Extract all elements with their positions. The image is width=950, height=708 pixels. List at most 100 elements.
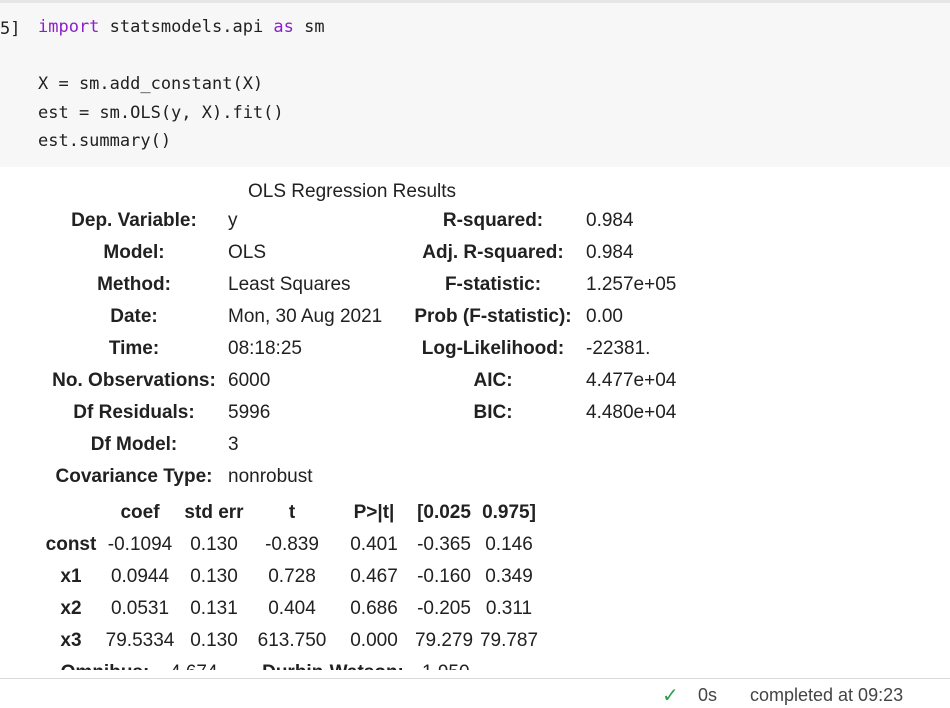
info-value: Mon, 30 Aug 2021: [228, 306, 383, 327]
diag-row: Omnibus:4.674Durbin-Watson:1.950: [40, 657, 492, 670]
coef-value: 79.279: [414, 630, 474, 651]
info-label: Df Model:: [90, 434, 178, 455]
info-row: Method: Least Squares F-statistic: 1.257e+0…: [40, 269, 676, 301]
info-label: R-squared:: [442, 210, 544, 231]
code-text: sm: [293, 17, 325, 37]
model-info-table: Dep. Variable: y R-squared: 0.984 Model: OLS A…: [40, 205, 676, 493]
coef-value: 0.000: [350, 630, 398, 651]
code-line: X = sm.add_constant(X): [38, 70, 325, 99]
info-row: No. Observations: 6000 AIC: 4.477e+04: [40, 365, 676, 397]
info-label: Df Residuals:: [73, 402, 195, 423]
info-label: [404, 461, 582, 493]
diag-value: 1.950: [422, 657, 492, 670]
coef-value: -0.1094: [107, 534, 173, 555]
check-icon: ✓: [662, 685, 679, 707]
coef-value: -0.160: [417, 566, 471, 587]
info-label: Covariance Type:: [55, 466, 213, 487]
coef-value: 79.5334: [105, 630, 175, 651]
coef-header: [0.025: [417, 502, 471, 523]
coef-variable: const: [45, 534, 97, 555]
info-value: [582, 429, 676, 461]
code-editor[interactable]: import statsmodels.api as sm X = sm.add_c…: [38, 13, 325, 156]
code-line: est = sm.OLS(y, X).fit(): [38, 99, 325, 128]
coef-value: 0.0531: [110, 598, 170, 619]
execution-count: 5]: [0, 19, 21, 39]
coefficients-table: coef std err t P>|t| [0.025 0.975] const -0.10…: [40, 497, 544, 657]
info-value: 5996: [228, 402, 271, 423]
info-label: Time:: [108, 338, 160, 359]
code-cell[interactable]: 5] import statsmodels.api as sm X = sm.ad…: [0, 3, 950, 167]
code-text: est = sm.OLS(y, X).fit(): [38, 102, 284, 123]
coef-value: 0.146: [485, 534, 533, 555]
coef-value: 0.130: [190, 534, 238, 555]
info-value: Least Squares: [228, 274, 351, 295]
info-value: 08:18:25: [228, 338, 302, 359]
info-label: Prob (F-statistic):: [414, 306, 572, 327]
coef-value: 0.467: [350, 566, 398, 587]
info-value: nonrobust: [228, 466, 313, 487]
code-keyword: as: [273, 17, 294, 37]
info-label: No. Observations:: [52, 370, 216, 391]
diag-label: Durbin-Watson:: [244, 657, 422, 670]
coef-row: x2 0.0531 0.131 0.404 0.686 -0.205 0.311: [40, 593, 544, 625]
code-text: est.summary(): [38, 131, 172, 152]
completion-status: completed at 09:23: [750, 685, 904, 705]
info-label: Dep. Variable:: [71, 210, 197, 231]
info-label: Model:: [103, 242, 165, 263]
coef-value: -0.365: [417, 534, 471, 555]
info-value: -22381.: [586, 338, 651, 359]
info-label: Date:: [110, 306, 158, 327]
info-row: Time: 08:18:25 Log-Likelihood: -22381.: [40, 333, 676, 365]
coef-value: 0.0944: [110, 566, 170, 587]
info-row: Covariance Type: nonrobust: [40, 461, 676, 493]
coef-value: 0.728: [268, 566, 316, 587]
info-value: 0.984: [586, 242, 634, 263]
coef-value: -0.205: [417, 598, 471, 619]
coef-row: x3 79.5334 0.130 613.750 0.000 79.279 79.787: [40, 625, 544, 657]
info-label: [404, 429, 582, 461]
info-value: 4.477e+04: [586, 370, 677, 391]
coef-value: 613.750: [257, 630, 327, 651]
info-label: AIC:: [473, 370, 513, 391]
cell-output: OLS Regression Results Dep. Variable: y R-…: [0, 167, 950, 670]
coef-header: 0.975]: [482, 502, 536, 523]
info-value: 3: [228, 434, 239, 455]
coef-variable: x1: [60, 566, 82, 587]
coef-value: 0.686: [350, 598, 398, 619]
coef-header: std err: [184, 502, 244, 523]
coef-header: coef: [120, 502, 160, 523]
coef-value: 0.401: [350, 534, 398, 555]
coef-value: 0.130: [190, 630, 238, 651]
status-bar: ✓ 0s completed at 09:23: [0, 678, 950, 707]
code-line: import statsmodels.api as sm: [38, 13, 325, 42]
coef-variable: x2: [60, 598, 82, 619]
coef-value: -0.839: [265, 534, 319, 555]
code-text: X = sm.add_constant(X): [38, 74, 264, 95]
info-row: Df Residuals: 5996 BIC: 4.480e+04: [40, 397, 676, 429]
info-label: F-statistic:: [444, 274, 542, 295]
coef-value: 0.311: [485, 598, 533, 619]
info-row: Model: OLS Adj. R-squared: 0.984: [40, 237, 676, 269]
coef-header: P>|t|: [353, 502, 395, 523]
info-value: 1.257e+05: [586, 274, 677, 295]
info-value: 0.00: [586, 306, 623, 327]
info-value: 4.480e+04: [586, 402, 677, 423]
coef-row: x1 0.0944 0.130 0.728 0.467 -0.160 0.349: [40, 561, 544, 593]
info-row: Date: Mon, 30 Aug 2021 Prob (F-statistic):…: [40, 301, 676, 333]
coef-header: t: [288, 502, 296, 523]
info-label: Log-Likelihood:: [421, 338, 565, 359]
info-row: Dep. Variable: y R-squared: 0.984: [40, 205, 676, 237]
code-line: est.summary(): [38, 127, 325, 156]
coef-value: 79.787: [479, 630, 539, 651]
coef-header: [40, 497, 102, 529]
execution-duration: 0s: [698, 685, 718, 705]
info-value: [582, 461, 676, 493]
summary-title: OLS Regression Results: [248, 181, 457, 202]
info-value: 0.984: [586, 210, 634, 231]
coef-value: 0.130: [190, 566, 238, 587]
diag-label: Omnibus:: [40, 657, 170, 670]
info-value: y: [228, 210, 238, 231]
info-label: Adj. R-squared:: [422, 242, 564, 263]
info-label: Method:: [97, 274, 171, 295]
